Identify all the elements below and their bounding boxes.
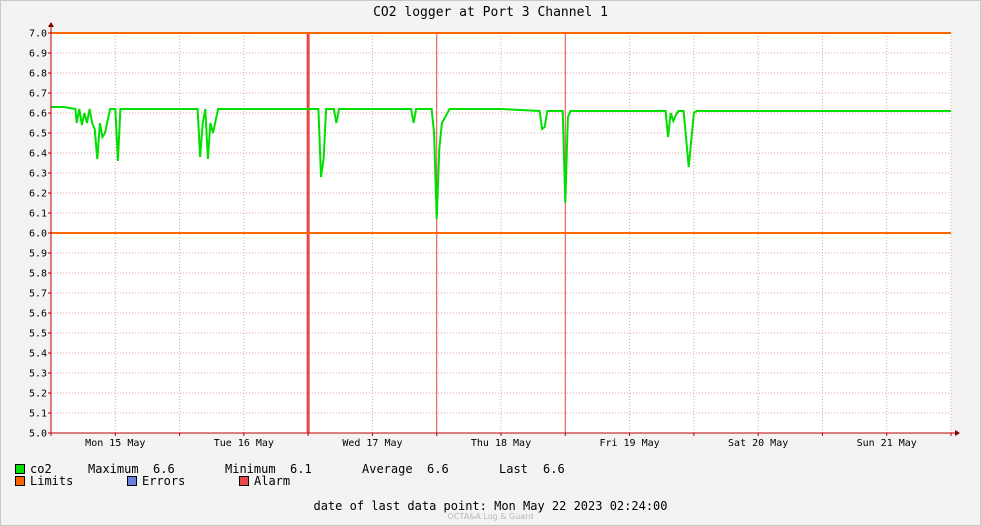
alarm-swatch <box>239 476 249 486</box>
y-tick-label: 5.8 <box>29 269 47 280</box>
y-tick-label: 6.1 <box>29 209 47 220</box>
legend-average-label: Average <box>362 462 413 476</box>
errors-swatch <box>127 476 137 486</box>
last-data-point-label: date of last data point: <box>313 499 487 513</box>
y-tick-label: 6.5 <box>29 129 47 140</box>
x-tick-label: Sat 20 May <box>728 438 788 449</box>
last-data-point-value: Mon May 22 2023 02:24:00 <box>494 499 668 513</box>
y-tick-label: 5.4 <box>29 349 47 360</box>
x-tick-label: Mon 15 May <box>85 438 145 449</box>
co2-swatch <box>15 464 25 474</box>
x-tick-label: Tue 16 May <box>214 438 274 449</box>
limits-swatch <box>15 476 25 486</box>
x-tick-label: Sun 21 May <box>857 438 917 449</box>
chart-plot: 7.0 6.9 6.8 6.7 6.6 6.5 6.4 6.3 6.2 6.1 6.0 5.9 5.8 5… <box>29 22 960 449</box>
x-tick-label: Wed 17 May <box>342 438 402 449</box>
y-tick-label: 6.6 <box>29 109 47 120</box>
y-tick-label: 5.7 <box>29 289 47 300</box>
legend-minimum-value: 6.1 <box>290 462 312 476</box>
y-tick-label: 5.9 <box>29 249 47 260</box>
legend-alarm-label: Alarm <box>254 474 291 488</box>
y-tick-label: 6.9 <box>29 49 47 60</box>
footer: date of last data point: Mon May 22 2023… <box>0 499 981 513</box>
legend-last-value: 6.6 <box>543 462 565 476</box>
y-tick-label: 6.2 <box>29 189 47 200</box>
legend-errors-label: Errors <box>142 474 186 488</box>
y-tick-label: 6.0 <box>29 229 47 240</box>
legend-average-value: 6.6 <box>427 462 449 476</box>
y-tick-label: 5.3 <box>29 369 47 380</box>
watermark: OCTA&A Log & Guard <box>447 512 534 521</box>
y-tick-label: 5.6 <box>29 309 47 320</box>
y-tick-label: 5.5 <box>29 329 47 340</box>
y-tick-label: 5.0 <box>29 429 47 440</box>
x-axis-arrow <box>955 430 960 436</box>
y-tick-label: 6.3 <box>29 169 47 180</box>
y-tick-label: 6.8 <box>29 69 47 80</box>
legend-last-label: Last <box>499 462 528 476</box>
y-axis-arrow <box>48 22 54 27</box>
y-tick-label: 6.7 <box>29 89 47 100</box>
x-tick-label: Thu 18 May <box>471 438 531 449</box>
y-tick-label: 5.2 <box>29 389 47 400</box>
legend-limits-label: Limits <box>30 474 74 488</box>
y-tick-label: 6.4 <box>29 149 47 160</box>
legend-maximum-label: Maximum <box>88 462 139 476</box>
y-tick-label: 7.0 <box>29 29 47 40</box>
x-tick-label: Fri 19 May <box>599 438 659 449</box>
y-tick-label: 5.1 <box>29 409 47 420</box>
